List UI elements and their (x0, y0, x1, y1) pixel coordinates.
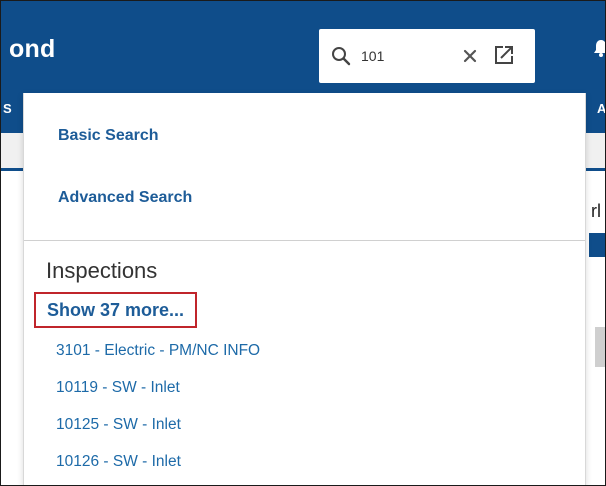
search-box[interactable] (319, 29, 535, 83)
search-icon (332, 47, 351, 66)
app-window: ond S A rl Basic Searc (0, 0, 606, 486)
result-item[interactable]: 10119 - SW - Inlet (56, 378, 260, 415)
basic-search-link[interactable]: Basic Search (58, 127, 159, 145)
subnav-fragment-left: S (3, 101, 12, 116)
bell-icon[interactable] (593, 39, 606, 57)
background-button-fragment (589, 233, 605, 257)
background-panel-fragment (595, 327, 605, 367)
section-heading-inspections: Inspections (46, 258, 158, 283)
close-icon[interactable] (459, 44, 483, 68)
top-header: ond (1, 1, 606, 93)
inspection-results-list: 3101 - Electric - PM/NC INFO 10119 - SW … (56, 341, 260, 485)
search-input[interactable] (361, 44, 457, 68)
advanced-search-link[interactable]: Advanced Search (58, 189, 192, 207)
app-brand: ond (9, 35, 56, 63)
search-dropdown: Basic Search Advanced Search Inspections… (23, 93, 586, 485)
subnav-fragment-right: A (597, 101, 606, 116)
external-link-icon[interactable] (491, 42, 517, 68)
result-item[interactable]: 10125 - SW - Inlet (56, 415, 260, 452)
background-text-fragment: rl (591, 201, 601, 221)
result-item[interactable]: 10126 - SW - Inlet (56, 452, 260, 485)
dropdown-divider (24, 240, 585, 241)
show-more-link[interactable]: Show 37 more... (34, 292, 198, 328)
result-item[interactable]: 3101 - Electric - PM/NC INFO (56, 341, 260, 378)
